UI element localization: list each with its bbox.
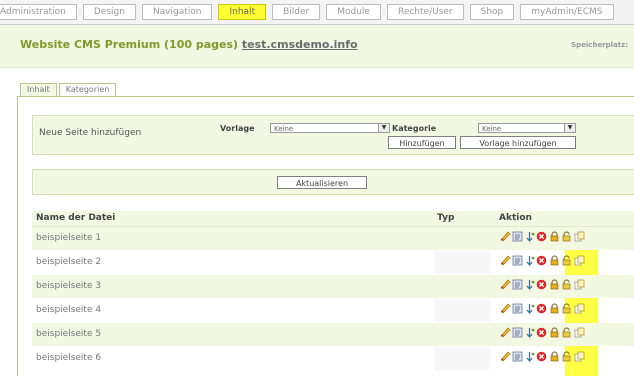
top-navigation: Administration Design Navigation Inhalt Bild… xyxy=(0,0,634,25)
copy-icon[interactable] xyxy=(574,279,585,290)
table-row: beispielseite 4 xyxy=(32,299,634,322)
table-row: beispielseite 1 xyxy=(32,227,634,250)
kategorie-label: Kategorie xyxy=(392,124,437,133)
lock-icon[interactable] xyxy=(549,303,560,314)
kategorie-select[interactable]: Keine ▼ xyxy=(478,123,576,133)
file-name[interactable]: beispielseite 3 xyxy=(36,281,101,291)
copy-icon[interactable] xyxy=(574,303,585,314)
properties-icon[interactable] xyxy=(512,255,523,266)
copy-icon[interactable] xyxy=(574,327,585,338)
lock-icon[interactable] xyxy=(549,279,560,290)
edit-icon[interactable] xyxy=(500,303,511,314)
top-nav-tab-myadmin-ecms[interactable]: myAdmin/ECMS xyxy=(520,4,614,20)
top-nav-tab-rechte-user[interactable]: Rechte/User xyxy=(386,4,464,20)
copy-icon[interactable] xyxy=(574,255,585,266)
kategorie-select-value: Keine xyxy=(482,125,502,133)
move-icon[interactable] xyxy=(524,279,535,290)
site-title: Website CMS Premium (100 pages) test.cms… xyxy=(20,38,358,51)
unlock-icon[interactable] xyxy=(561,327,572,338)
add-template-button[interactable]: Vorlage hinzufügen xyxy=(460,136,576,149)
edit-icon[interactable] xyxy=(500,327,511,338)
chevron-down-icon[interactable]: ▼ xyxy=(564,124,575,132)
vorlage-label: Vorlage xyxy=(220,124,255,133)
top-nav-tab-bilder[interactable]: Bilder xyxy=(272,4,321,20)
delete-icon[interactable] xyxy=(536,327,547,338)
delete-icon[interactable] xyxy=(536,351,547,362)
lock-icon[interactable] xyxy=(549,255,560,266)
col-header-typ: Typ xyxy=(437,213,455,223)
tab-kategorien[interactable]: Kategorien xyxy=(58,83,117,97)
table-row: beispielseite 3 xyxy=(32,275,634,298)
top-nav-tab-module[interactable]: Module xyxy=(326,4,381,20)
app-frame: Administration Design Navigation Inhalt Bild… xyxy=(0,0,634,376)
delete-icon[interactable] xyxy=(536,279,547,290)
add-page-button[interactable]: Hinzufügen xyxy=(388,136,456,149)
typ-cell xyxy=(434,227,490,250)
move-icon[interactable] xyxy=(524,351,535,362)
unlock-icon[interactable] xyxy=(561,231,572,242)
vorlage-select-value: Keine xyxy=(274,125,294,133)
edit-icon[interactable] xyxy=(500,351,511,362)
vorlage-select[interactable]: Keine ▼ xyxy=(270,123,390,133)
properties-icon[interactable] xyxy=(512,351,523,362)
edit-icon[interactable] xyxy=(500,231,511,242)
top-nav-tab-design[interactable]: Design xyxy=(82,4,136,20)
unlock-icon[interactable] xyxy=(561,351,572,362)
typ-cell xyxy=(434,251,490,274)
move-icon[interactable] xyxy=(524,303,535,314)
col-header-aktion: Aktion xyxy=(499,213,532,223)
file-name[interactable]: beispielseite 5 xyxy=(36,329,101,339)
typ-cell xyxy=(434,323,490,346)
delete-icon[interactable] xyxy=(536,303,547,314)
new-page-form: Neue Seite hinzufügen Vorlage Keine ▼ Ka… xyxy=(32,115,634,155)
table-row: beispielseite 2 xyxy=(32,251,634,274)
edit-icon[interactable] xyxy=(500,255,511,266)
table-row: beispielseite 6 xyxy=(32,347,634,370)
properties-icon[interactable] xyxy=(512,327,523,338)
properties-icon[interactable] xyxy=(512,231,523,242)
typ-cell xyxy=(434,299,490,322)
chevron-down-icon[interactable]: ▼ xyxy=(378,124,389,132)
site-header: Website CMS Premium (100 pages) test.cms… xyxy=(0,25,634,68)
top-nav-tabs: Administration Design Navigation Inhalt Bild… xyxy=(0,4,620,23)
storage-label: Speicherplatz: xyxy=(571,41,628,49)
lock-icon[interactable] xyxy=(549,327,560,338)
refresh-button[interactable]: Aktualisieren xyxy=(277,176,367,189)
copy-icon[interactable] xyxy=(574,351,585,362)
site-title-text: Website CMS Premium (100 pages) xyxy=(20,38,239,51)
unlock-icon[interactable] xyxy=(561,303,572,314)
delete-icon[interactable] xyxy=(536,255,547,266)
col-header-name: Name der Datei xyxy=(36,213,116,223)
refresh-bar: Aktualisieren xyxy=(32,169,634,195)
typ-cell xyxy=(434,275,490,298)
properties-icon[interactable] xyxy=(512,303,523,314)
new-page-label: Neue Seite hinzufügen xyxy=(39,128,142,138)
move-icon[interactable] xyxy=(524,255,535,266)
top-nav-tab-navigation[interactable]: Navigation xyxy=(141,4,213,20)
move-icon[interactable] xyxy=(524,231,535,242)
top-nav-tab-administration[interactable]: Administration xyxy=(0,4,77,20)
tab-inhalt[interactable]: Inhalt xyxy=(20,83,57,97)
unlock-icon[interactable] xyxy=(561,279,572,290)
content-panel: Neue Seite hinzufügen Vorlage Keine ▼ Ka… xyxy=(17,96,634,376)
file-name[interactable]: beispielseite 6 xyxy=(36,353,101,363)
table-header: Name der Datei Typ Aktion xyxy=(32,211,634,227)
top-nav-tab-inhalt[interactable]: Inhalt xyxy=(218,4,267,20)
move-icon[interactable] xyxy=(524,327,535,338)
properties-icon[interactable] xyxy=(512,279,523,290)
lock-icon[interactable] xyxy=(549,351,560,362)
typ-cell xyxy=(434,347,490,370)
site-domain-link[interactable]: test.cmsdemo.info xyxy=(242,38,358,51)
lock-icon[interactable] xyxy=(549,231,560,242)
unlock-icon[interactable] xyxy=(561,255,572,266)
edit-icon[interactable] xyxy=(500,279,511,290)
file-name[interactable]: beispielseite 1 xyxy=(36,233,101,243)
file-name[interactable]: beispielseite 2 xyxy=(36,257,101,267)
file-name[interactable]: beispielseite 4 xyxy=(36,305,101,315)
top-nav-tab-shop[interactable]: Shop xyxy=(469,4,515,20)
delete-icon[interactable] xyxy=(536,231,547,242)
copy-icon[interactable] xyxy=(574,231,585,242)
table-row: beispielseite 5 xyxy=(32,323,634,346)
